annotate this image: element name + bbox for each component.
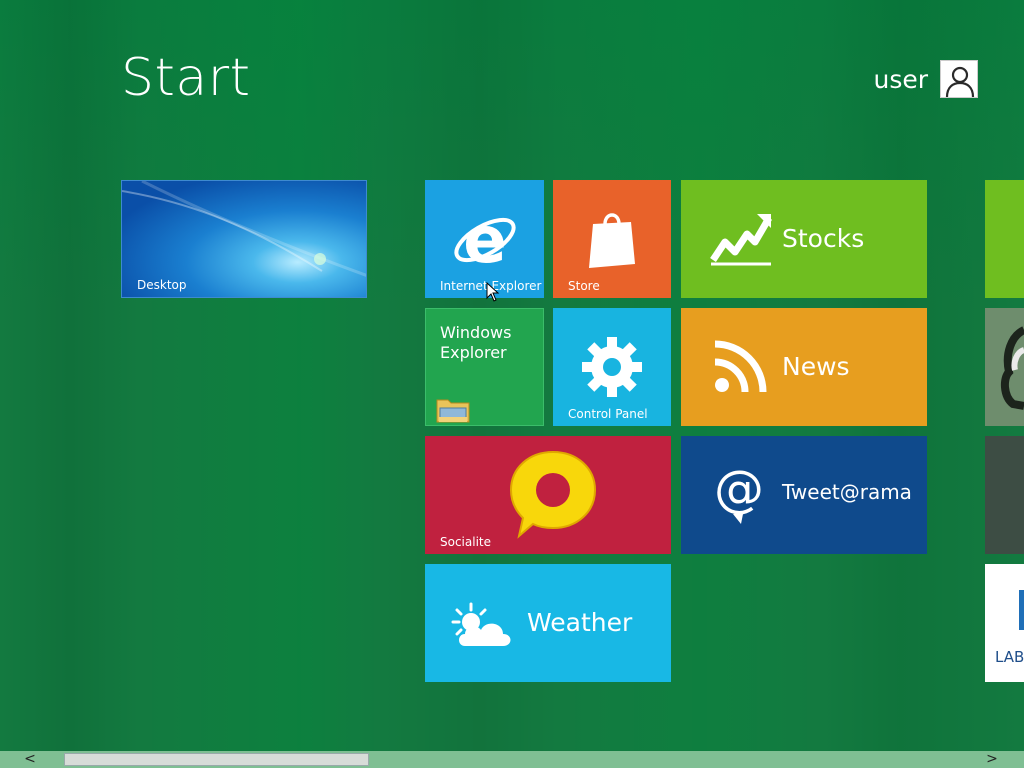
tile-internet-explorer[interactable]: e Internet Explorer: [425, 180, 544, 298]
rss-icon: [714, 340, 767, 393]
tile-socialite-label: Socialite: [440, 535, 491, 549]
tile-store-label: Store: [568, 279, 600, 293]
horizontal-scrollbar[interactable]: < >: [0, 751, 1024, 768]
mouse-cursor-icon: [486, 282, 500, 302]
speech-bubble-icon: [509, 450, 597, 539]
internet-explorer-icon: e: [454, 206, 516, 272]
tile-news[interactable]: News: [681, 308, 927, 426]
scroll-right-button[interactable]: >: [982, 751, 1002, 768]
tile-partial-white-label: LAB: [995, 648, 1024, 666]
tile-control-panel[interactable]: Control Panel: [553, 308, 671, 426]
tile-partial-dark[interactable]: [985, 436, 1024, 554]
tile-windows-explorer-label: Windows Explorer: [440, 323, 512, 362]
tile-tweet-rama[interactable]: @ Tweet@rama: [681, 436, 927, 554]
scrollbar-thumb[interactable]: [64, 753, 369, 766]
user-avatar-icon[interactable]: [940, 60, 978, 98]
user-account[interactable]: user: [873, 60, 978, 98]
tile-control-panel-label: Control Panel: [568, 407, 648, 421]
page-title: Start: [121, 48, 251, 108]
gear-icon: [582, 337, 642, 397]
partial-app-icon: [1000, 326, 1024, 410]
partial-logo-icon: [1019, 590, 1024, 630]
tile-windows-explorer[interactable]: Windows Explorer: [425, 308, 544, 426]
tile-desktop-label: Desktop: [137, 278, 187, 292]
svg-text:@: @: [714, 464, 764, 518]
at-sign-icon: @: [714, 464, 764, 524]
scroll-left-button[interactable]: <: [20, 751, 40, 768]
tile-partial-gray[interactable]: [985, 308, 1024, 426]
folder-icon: [436, 399, 470, 423]
tile-news-label: News: [782, 352, 850, 381]
shopping-bag-icon: [589, 213, 635, 268]
stock-chart-icon: [710, 214, 773, 266]
tile-partial-white[interactable]: LAB: [985, 564, 1024, 682]
tile-stocks-label: Stocks: [782, 224, 865, 253]
svg-text:e: e: [463, 206, 506, 272]
tile-store[interactable]: Store: [553, 180, 671, 298]
tile-desktop[interactable]: Desktop: [121, 180, 367, 298]
tile-weather-label: Weather: [527, 608, 633, 637]
tile-partial-green[interactable]: [985, 180, 1024, 298]
sun-cloud-icon: [451, 602, 511, 646]
tile-stocks[interactable]: Stocks: [681, 180, 927, 298]
tile-weather[interactable]: Weather: [425, 564, 671, 682]
user-name: user: [873, 64, 928, 94]
tile-socialite[interactable]: Socialite: [425, 436, 671, 554]
tile-tweet-label: Tweet@rama: [782, 480, 912, 504]
